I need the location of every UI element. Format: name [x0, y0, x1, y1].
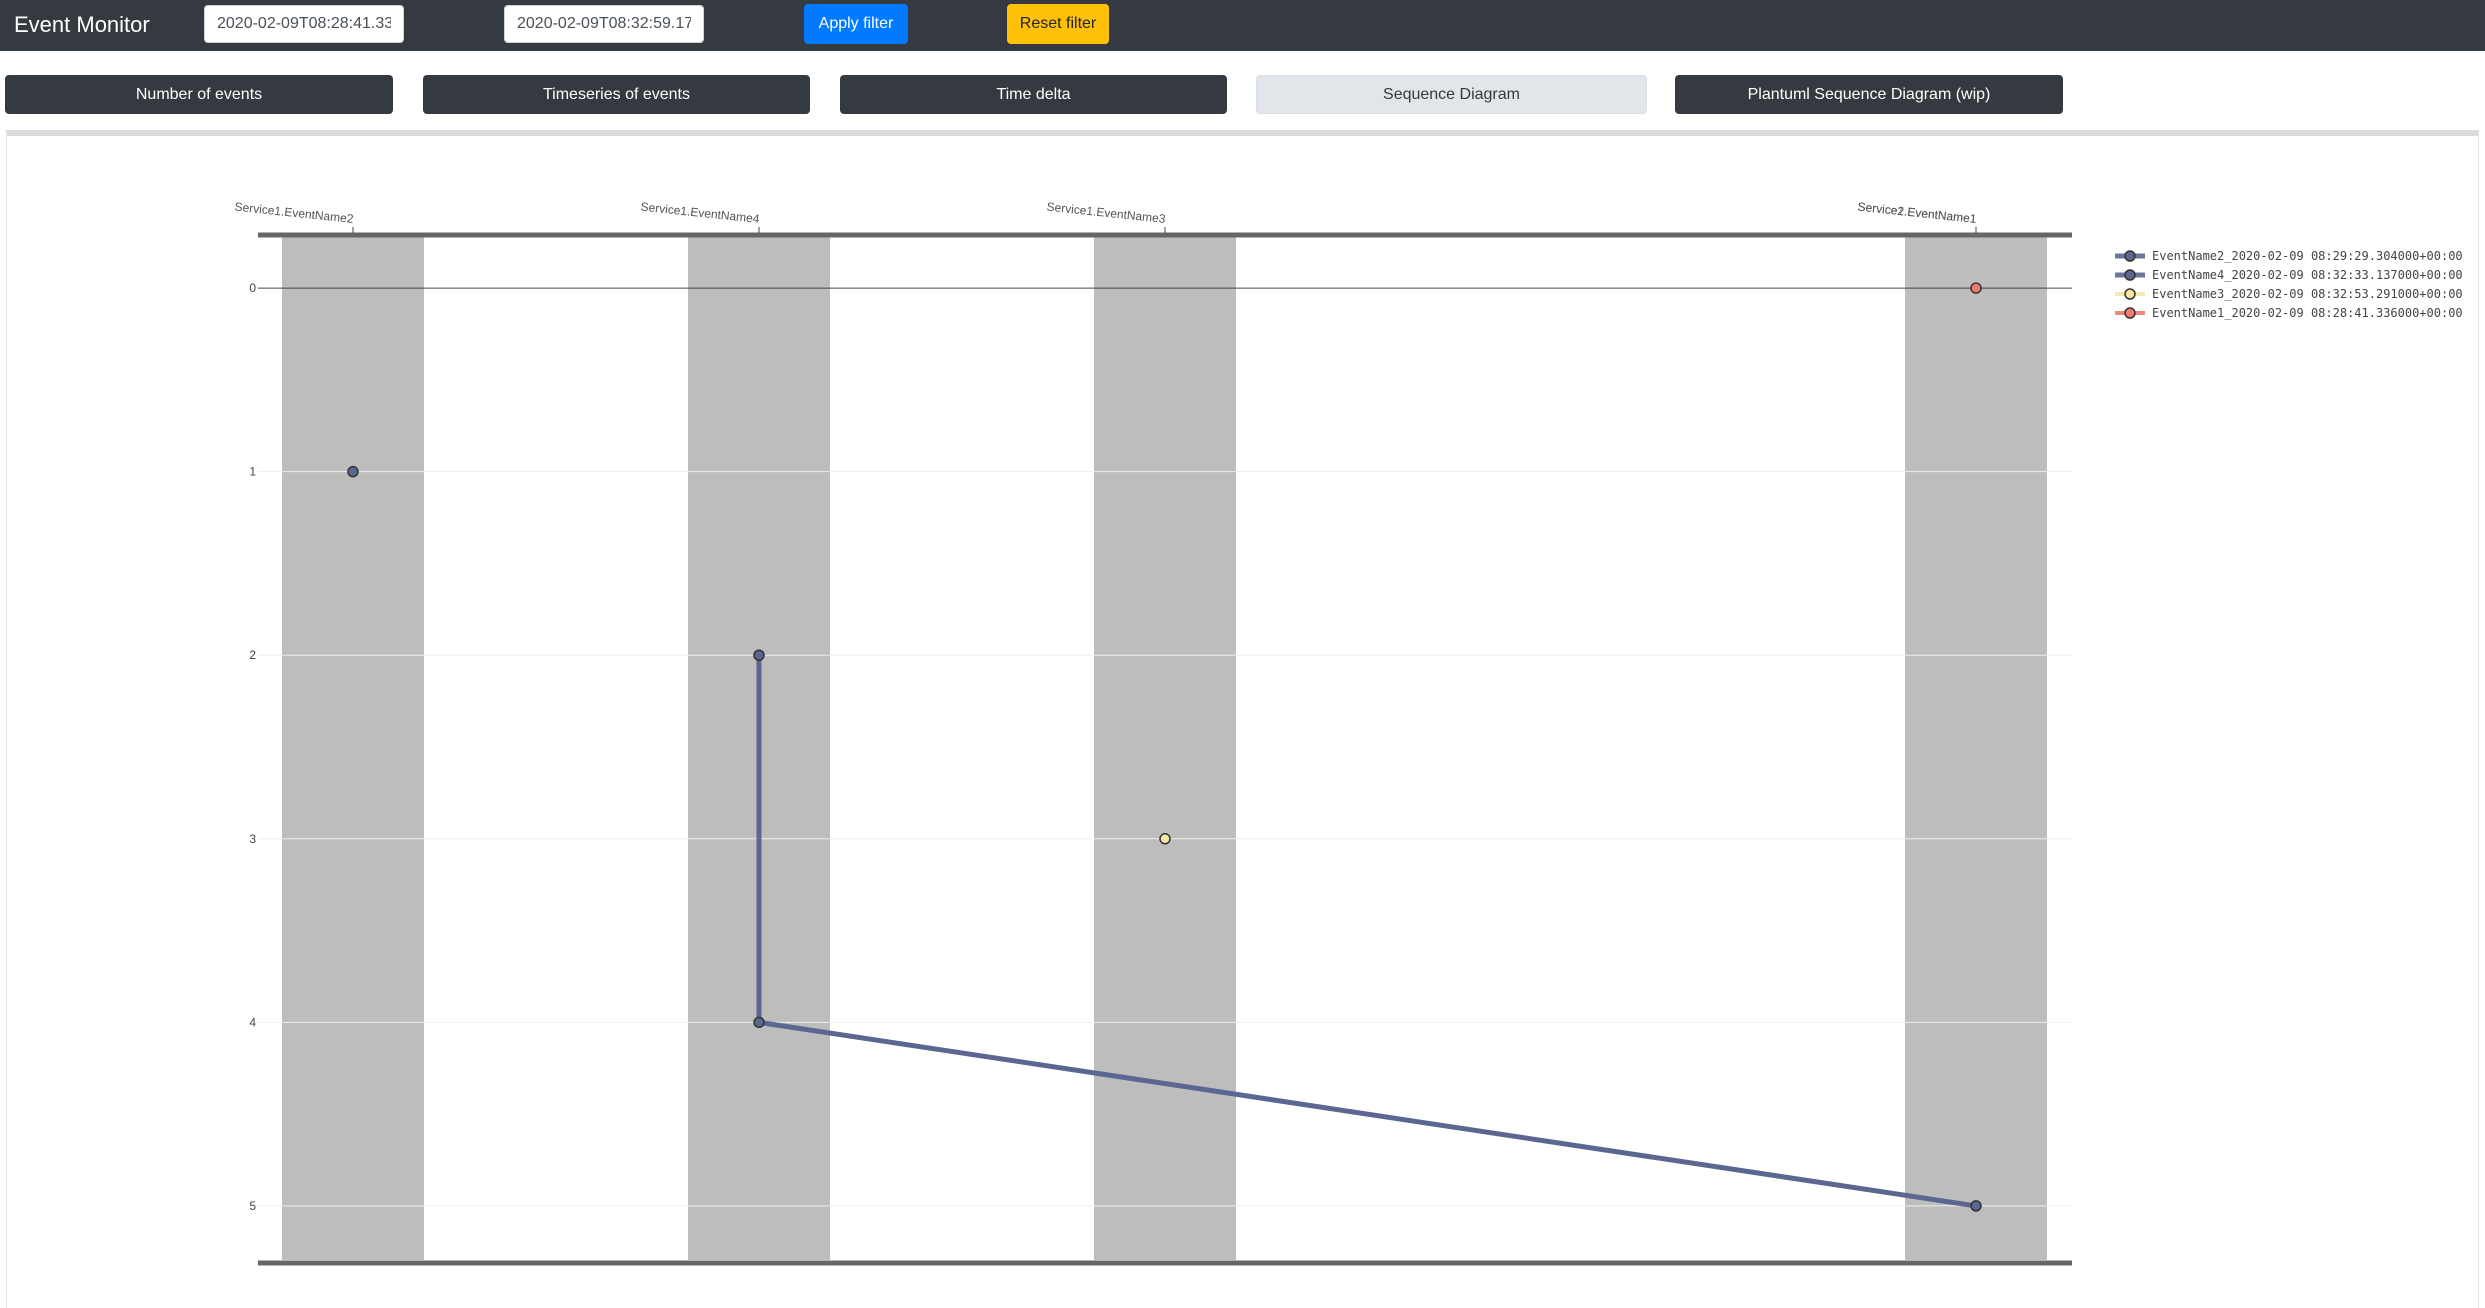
lane-service2-eventname1 — [1905, 237, 2047, 1260]
legend-swatch-marker[interactable] — [2124, 250, 2136, 262]
navbar: Event Monitor Apply filter Reset filter — [0, 0, 2485, 51]
y-tick-label: 0 — [249, 281, 256, 295]
y-tick-label: 4 — [249, 1015, 256, 1029]
legend-swatch-marker[interactable] — [2124, 307, 2136, 319]
series-line-2 — [756, 655, 1977, 1209]
series-point-2[interactable] — [1970, 1200, 1982, 1212]
series-point-2[interactable] — [753, 649, 765, 661]
legend-entry-label[interactable]: EventName4_2020-02-09 08:32:33.137000+00… — [2152, 268, 2463, 282]
sequence-diagram-panel: 0 1 2 3 4 5 Service1.EventName2 Service1.EventN… — [6, 130, 2479, 1308]
legend-swatch-marker[interactable] — [2124, 288, 2136, 300]
tab-timeseries-of-events[interactable]: Timeseries of events — [423, 75, 810, 114]
legend-entry-label[interactable]: EventName1_2020-02-09 08:28:41.336000+00… — [2152, 306, 2463, 320]
y-tick-label: 5 — [249, 1199, 256, 1213]
tab-time-delta[interactable]: Time delta — [840, 75, 1227, 114]
series-point-1[interactable] — [347, 465, 359, 478]
reset-filter-button[interactable]: Reset filter — [1007, 4, 1109, 44]
x-category-label: Service1.EventName3 — [1046, 200, 1167, 226]
series-point-4[interactable] — [1970, 282, 1982, 294]
lane-service1-eventname3 — [1094, 237, 1236, 1260]
series-point-2[interactable] — [753, 1016, 765, 1029]
y-tick-label: 3 — [249, 832, 256, 846]
y-tick-label: 1 — [249, 465, 256, 479]
end-datetime-input[interactable] — [504, 5, 704, 43]
legend-entry-label[interactable]: EventName3_2020-02-09 08:32:53.291000+00… — [2152, 287, 2463, 301]
brand-title: Event Monitor — [14, 12, 150, 37]
legend-entry-label[interactable]: EventName2_2020-02-09 08:29:29.304000+00… — [2152, 249, 2463, 263]
tab-sequence-diagram[interactable]: Sequence Diagram — [1256, 75, 1647, 114]
x-category-label-overlay: Service1.EventName1 — [1857, 200, 1978, 226]
x-category-label: Service1.EventName4 — [640, 200, 761, 226]
legend-swatch-marker[interactable] — [2124, 269, 2136, 281]
tab-plantuml-sequence-diagram[interactable]: Plantuml Sequence Diagram (wip) — [1675, 75, 2063, 114]
lane-service1-eventname2 — [282, 237, 424, 1260]
apply-filter-button[interactable]: Apply filter — [804, 4, 908, 44]
y-tick-label: 2 — [249, 648, 256, 662]
tab-number-of-events[interactable]: Number of events — [5, 75, 393, 114]
series-point-3[interactable] — [1159, 833, 1171, 845]
start-datetime-input[interactable] — [204, 5, 404, 43]
sequence-diagram-chart: 0 1 2 3 4 5 Service1.EventName2 Service1.EventN… — [234, 200, 2463, 1266]
x-category-label: Service1.EventName2 — [234, 200, 355, 226]
